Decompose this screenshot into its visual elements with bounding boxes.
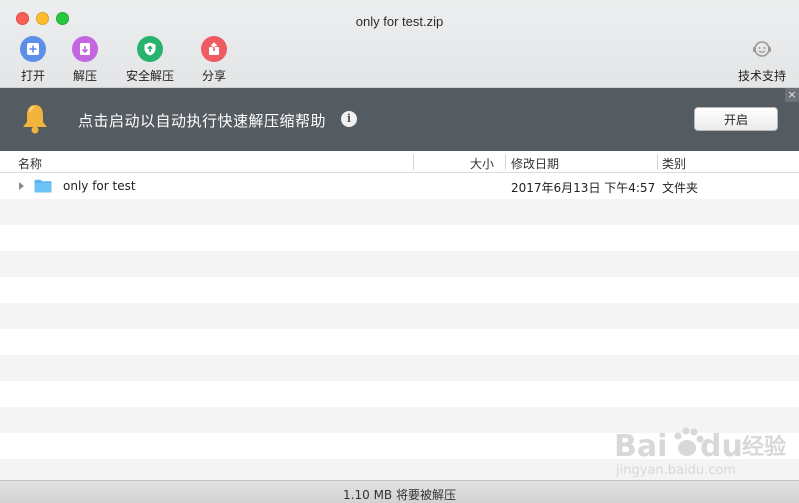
shield-icon [137, 36, 163, 62]
banner-message: 点击启动以自动执行快速解压缩帮助 [78, 112, 327, 130]
watermark-url: jingyan.baidu.com [615, 463, 736, 478]
baidu-jingyan-watermark: Bai du 经验 jingyan.baidu.com [614, 427, 786, 478]
disclosure-triangle-icon[interactable] [19, 182, 24, 190]
open-label: 打开 [20, 69, 45, 83]
column-separator[interactable] [657, 154, 658, 170]
auto-help-banner: 点击启动以自动执行快速解压缩帮助 i 开启 × [0, 88, 799, 151]
column-separator[interactable] [413, 154, 414, 170]
table-header: 名称 大小 修改日期 类别 [0, 151, 799, 173]
file-kind: 文件夹 [662, 181, 699, 195]
file-name: only for test [63, 179, 136, 193]
share-button[interactable]: 分享 [201, 36, 227, 84]
empty-row [0, 199, 799, 225]
bell-icon [23, 105, 47, 134]
empty-row [0, 277, 799, 303]
empty-row [0, 225, 799, 251]
table-row[interactable]: only for test 2017年6月13日 下午4:57 文件夹 [0, 173, 799, 199]
column-modified[interactable]: 修改日期 [511, 155, 559, 172]
watermark-brand-2: du [700, 429, 743, 464]
secure-extract-label: 安全解压 [126, 69, 175, 83]
share-label: 分享 [201, 69, 226, 83]
enable-button[interactable]: 开启 [694, 107, 778, 131]
column-kind[interactable]: 类别 [662, 155, 686, 172]
watermark-brand: Bai [614, 429, 667, 464]
open-button[interactable]: 打开 [20, 36, 46, 84]
window-title: only for test.zip [355, 14, 444, 29]
empty-row [0, 303, 799, 329]
column-separator[interactable] [505, 154, 506, 170]
open-icon [20, 36, 46, 62]
empty-row [0, 251, 799, 277]
secure-extract-button[interactable]: 安全解压 [126, 36, 174, 84]
support-label: 技术支持 [738, 69, 787, 83]
toolbar: only for test.zip 打开 解压 安全解压 分享 技术支持 [0, 0, 799, 88]
watermark-cn: 经验 [742, 434, 786, 460]
extract-icon [72, 36, 98, 62]
status-bar: 1.10 MB 将要被解压 [0, 480, 799, 503]
info-icon[interactable]: i [341, 111, 357, 127]
folder-icon [34, 179, 52, 193]
headset-icon [749, 36, 775, 62]
share-icon [201, 36, 227, 62]
empty-row [0, 381, 799, 407]
close-banner-icon[interactable]: × [785, 88, 799, 102]
empty-row [0, 329, 799, 355]
empty-row [0, 355, 799, 381]
support-button[interactable]: 技术支持 [738, 36, 786, 84]
status-text: 1.10 MB 将要被解压 [343, 488, 456, 502]
extract-label: 解压 [72, 69, 97, 83]
app-window: only for test.zip 打开 解压 安全解压 分享 技术支持 点击启… [0, 0, 799, 503]
column-size[interactable]: 大小 [470, 155, 494, 172]
file-modified: 2017年6月13日 下午4:57 [511, 181, 656, 195]
column-name[interactable]: 名称 [18, 155, 42, 172]
extract-button[interactable]: 解压 [72, 36, 98, 84]
